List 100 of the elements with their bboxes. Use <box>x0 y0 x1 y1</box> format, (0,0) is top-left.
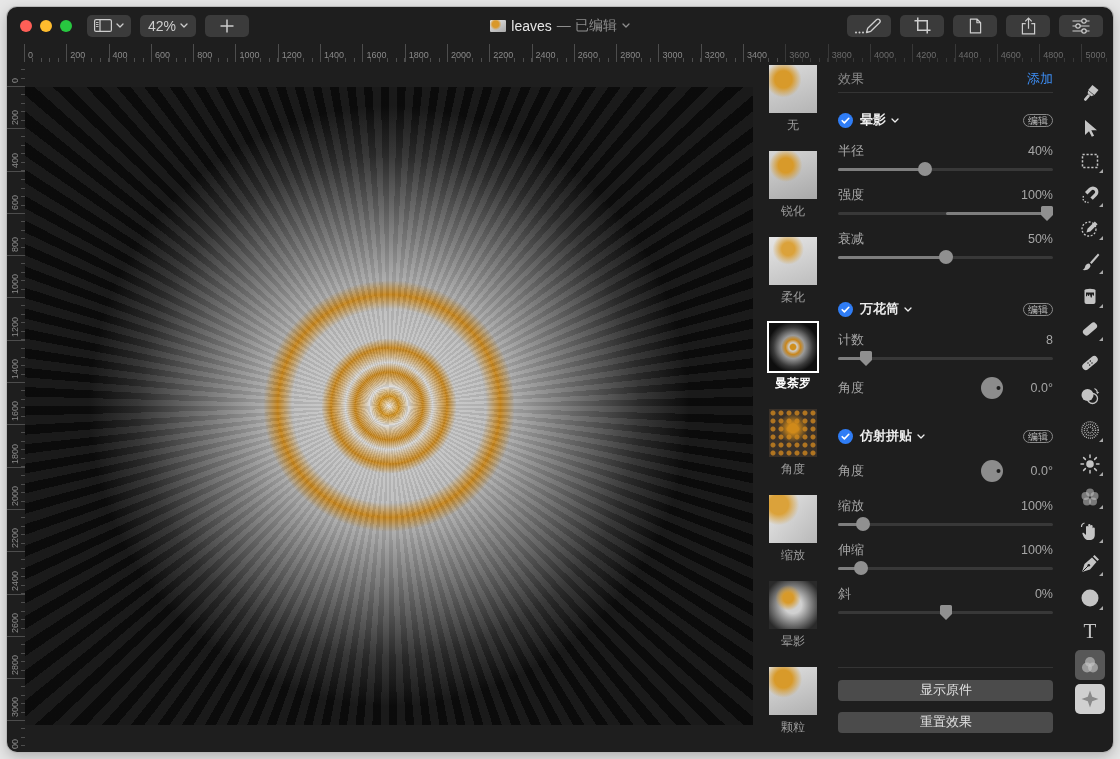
parameter-value: 40% <box>1027 144 1053 158</box>
preset-label[interactable]: 无 <box>786 118 799 132</box>
preset-label[interactable]: 缩放 <box>780 548 805 562</box>
ruler-label: 400 <box>112 50 128 60</box>
ruler-label: 3000 <box>662 50 683 60</box>
add-button[interactable] <box>205 14 249 37</box>
document-button[interactable] <box>953 14 997 37</box>
share-icon <box>1020 16 1036 35</box>
ruler-label: 0 <box>9 78 20 83</box>
ruler-label: 1800 <box>408 50 429 60</box>
ruler-label: 0 <box>28 50 33 60</box>
show-original-button[interactable]: 显示原件 <box>838 680 1053 701</box>
slider-thumb[interactable] <box>939 604 952 620</box>
pen-nib-icon <box>1080 554 1100 575</box>
dotted-sphere-icon <box>1080 419 1100 440</box>
window-title: leaves <box>511 17 552 34</box>
text-tool-button[interactable]: T <box>1075 616 1105 647</box>
tool-button[interactable] <box>1075 683 1105 714</box>
ruler-label: 3600 <box>789 50 810 60</box>
preset-label[interactable]: 曼荼罗 <box>774 376 811 390</box>
ruler-label: 2200 <box>9 528 20 549</box>
adjustments-button[interactable] <box>1059 14 1103 37</box>
ruler-label: 2000 <box>450 50 471 60</box>
magnet-icon <box>1080 184 1100 205</box>
parameter-label: 伸缩 <box>838 541 864 559</box>
markup-button[interactable] <box>847 14 891 37</box>
preset-thumbnail[interactable] <box>768 151 817 199</box>
slider[interactable] <box>838 249 1053 265</box>
slider-thumb[interactable] <box>854 561 869 575</box>
reset-effects-button[interactable]: 重置效果 <box>838 712 1053 733</box>
slider[interactable] <box>838 350 1053 366</box>
ruler-label: 2600 <box>577 50 598 60</box>
preset-label[interactable]: 锐化 <box>780 204 805 218</box>
sidebar-toggle-button[interactable] <box>87 14 131 37</box>
ruler-label: 1000 <box>239 50 260 60</box>
chevron-icon <box>917 433 925 439</box>
preset-thumbnail[interactable] <box>768 581 817 629</box>
ruler-label: 4200 <box>916 50 937 60</box>
effect-menu-button[interactable]: 万花筒 <box>860 300 912 318</box>
ruler-label: 2400 <box>535 50 556 60</box>
slider[interactable] <box>838 516 1053 532</box>
preset-thumbnail[interactable] <box>768 237 817 285</box>
parameter-label: 角度 <box>838 379 865 397</box>
preset-label[interactable]: 晕影 <box>780 634 805 648</box>
chevron-icon <box>180 23 188 28</box>
preset-thumbnail[interactable] <box>768 667 817 715</box>
preset-label[interactable]: 柔化 <box>780 290 805 304</box>
checkbox[interactable] <box>838 301 853 317</box>
slider-thumb[interactable] <box>938 250 953 264</box>
preset-label[interactable]: 角度 <box>780 462 805 476</box>
chevron-icon <box>891 117 899 123</box>
slider-thumb[interactable] <box>918 162 933 176</box>
circle-icon <box>1080 587 1100 608</box>
crop-icon <box>913 17 931 34</box>
share-button[interactable] <box>1006 14 1050 37</box>
maximize-button[interactable] <box>60 19 72 32</box>
slider-thumb[interactable] <box>1041 205 1053 221</box>
slider[interactable] <box>838 604 1053 620</box>
ruler-label: 800 <box>197 50 213 60</box>
angle-dial[interactable] <box>981 460 1003 482</box>
chevron-icon <box>904 306 912 312</box>
add-link[interactable]: 添加 <box>1027 70 1053 88</box>
parameter-value: 100% <box>1021 543 1053 557</box>
plus-icon <box>220 18 234 33</box>
slider[interactable] <box>838 560 1053 576</box>
preset-label[interactable]: 颗粒 <box>780 720 805 734</box>
ruler-label: 1600 <box>366 50 387 60</box>
parameter-label: 斜 <box>838 585 851 603</box>
angle-dial[interactable] <box>981 377 1003 399</box>
ruler-label: 4400 <box>958 50 979 60</box>
effect-menu-button[interactable]: 仿射拼贴 <box>860 427 925 445</box>
close-button[interactable] <box>20 19 32 32</box>
ruler-label: 3200 <box>704 50 725 60</box>
flower-icon <box>1080 487 1100 508</box>
effect-menu-button[interactable]: 晕影 <box>860 111 899 129</box>
slider[interactable] <box>838 205 1053 221</box>
slider-thumb[interactable] <box>856 517 871 531</box>
chevron-icon <box>116 23 124 28</box>
ruler-label: 400 <box>9 152 20 168</box>
checkbox[interactable] <box>838 112 853 128</box>
image-thumbnail <box>490 19 507 32</box>
sun-icon <box>1080 453 1100 474</box>
minimize-button[interactable] <box>40 19 52 32</box>
preset-thumbnail[interactable] <box>768 65 817 113</box>
slider[interactable] <box>838 161 1053 177</box>
slider-thumb[interactable] <box>860 350 873 366</box>
crop-button[interactable] <box>900 14 944 37</box>
tool-button[interactable] <box>1075 650 1105 681</box>
zoom-menu-button[interactable]: 42% <box>140 14 196 37</box>
ruler-label: 3400 <box>747 50 768 60</box>
ruler-label: 2200 <box>493 50 514 60</box>
preset-thumbnail[interactable] <box>768 409 817 457</box>
preset-thumbnail[interactable] <box>766 321 819 373</box>
preset-thumbnail[interactable] <box>768 495 817 543</box>
ruler-label: 600 <box>154 50 170 60</box>
checkbox[interactable] <box>838 428 853 444</box>
parameter-value: 8 <box>1046 333 1053 347</box>
parameter-value: 50% <box>1027 232 1053 246</box>
ruler-label: 2800 <box>9 655 20 676</box>
parameter-label: 衰减 <box>838 230 864 248</box>
